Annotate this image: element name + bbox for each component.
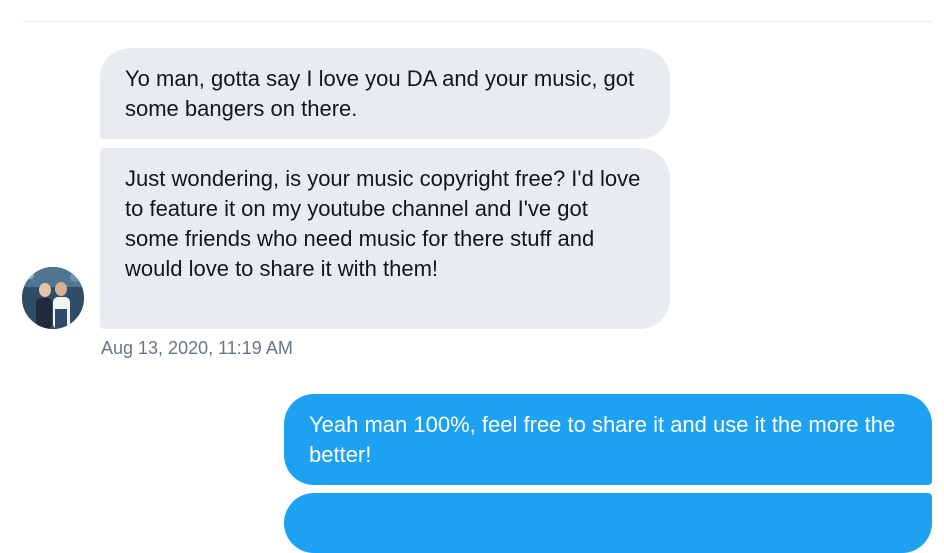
incoming-message-bubble[interactable]: Just wondering, is your music copyright … — [100, 148, 670, 329]
outgoing-message-bubble-partial[interactable] — [284, 493, 932, 553]
message-timestamp: Aug 13, 2020, 11:19 AM — [101, 338, 293, 358]
conversation-divider — [22, 21, 932, 22]
incoming-message-bubble[interactable]: Yo man, gotta say I love you DA and your… — [100, 48, 670, 139]
outgoing-message-bubble[interactable]: Yeah man 100%, feel free to share it and… — [284, 394, 932, 485]
user-avatar-photo-icon[interactable] — [22, 267, 84, 329]
